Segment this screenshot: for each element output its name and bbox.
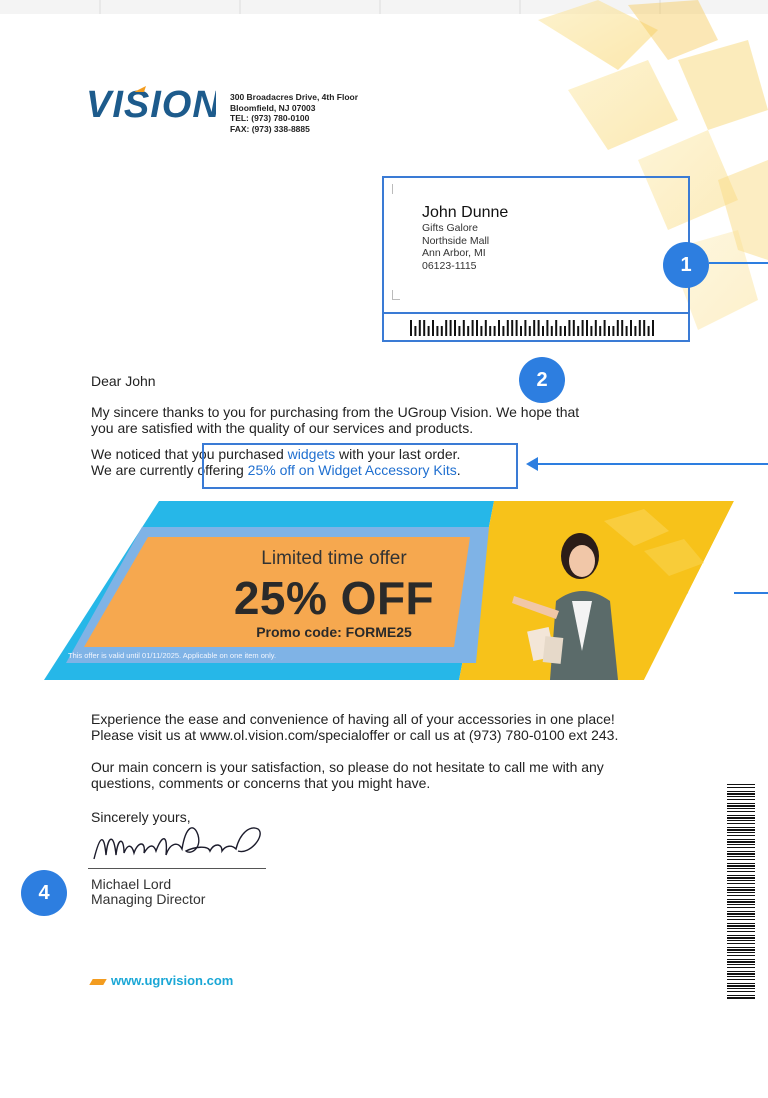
address-line: Bloomfield, NJ 07003 bbox=[230, 102, 316, 113]
recipient-address: John Dunne Gifts Galore Northside Mall A… bbox=[422, 204, 508, 272]
vision-logo: VISION bbox=[86, 84, 216, 124]
callout-arrow bbox=[709, 262, 768, 264]
crop-mark bbox=[392, 184, 398, 194]
callout-arrow bbox=[536, 463, 768, 465]
salutation: Dear John bbox=[91, 373, 156, 389]
personalized-text-highlight bbox=[202, 443, 518, 489]
brand-mark-icon bbox=[89, 978, 107, 985]
banner-discount: 25% OFF bbox=[233, 572, 435, 624]
recipient-line: Gifts Galore bbox=[422, 222, 479, 234]
callout-badge-2: 2 bbox=[519, 357, 565, 403]
handwritten-signature bbox=[93, 827, 261, 860]
signature-line bbox=[88, 868, 266, 869]
signer-title: Managing Director bbox=[91, 891, 206, 907]
callout-badge-1: 1 bbox=[663, 242, 709, 288]
recipient-line: 06123-1115 bbox=[422, 259, 477, 272]
address-line: TEL: (973) 780-0100 bbox=[230, 113, 310, 123]
letter-page: VISION 300 Broadacres Drive, 4th Floor B… bbox=[0, 0, 768, 1098]
paragraph-satisfaction: Our main concern is your satisfaction, s… bbox=[91, 759, 604, 791]
arrow-head-icon bbox=[526, 457, 538, 471]
signer-block: Michael Lord Managing Director bbox=[91, 877, 205, 907]
banner-promo-code: Promo code: FORME25 bbox=[256, 624, 412, 640]
paragraph-thanks: My sincere thanks to you for purchasing … bbox=[91, 404, 579, 436]
footer-website-link[interactable]: www.ugrvision.com bbox=[89, 973, 234, 988]
banner-validity: This offer is valid until 01/11/2025. Ap… bbox=[68, 651, 277, 660]
recipient-name: John Dunne bbox=[422, 204, 509, 221]
promo-banner-text: Limited time offer 25% OFF Promo code: F… bbox=[44, 501, 734, 680]
text-line: you are satisfied with the quality of ou… bbox=[91, 420, 474, 436]
box-divider bbox=[384, 312, 688, 314]
recipient-address-box: John Dunne Gifts Galore Northside Mall A… bbox=[382, 176, 690, 342]
postal-barcode bbox=[410, 320, 654, 336]
text-line: questions, comments or concerns that you… bbox=[91, 775, 431, 791]
address-line: 300 Broadacres Drive, 4th Floor bbox=[230, 92, 359, 102]
vertical-barcode bbox=[727, 784, 755, 999]
text-line: Experience the ease and convenience of h… bbox=[91, 711, 615, 727]
footer-website-text: www.ugrvision.com bbox=[111, 973, 234, 988]
paragraph-accessories: Experience the ease and convenience of h… bbox=[91, 711, 618, 743]
recipient-line: Northside Mall bbox=[422, 234, 490, 247]
signer-name: Michael Lord bbox=[91, 876, 172, 892]
text-line: My sincere thanks to you for purchasing … bbox=[91, 404, 580, 420]
banner-headline: Limited time offer bbox=[261, 548, 407, 569]
crop-mark bbox=[392, 290, 400, 300]
callout-badge-4: 4 bbox=[21, 870, 67, 916]
text-line: Our main concern is your satisfaction, s… bbox=[91, 759, 604, 775]
company-address: 300 Broadacres Drive, 4th Floor Bloomfie… bbox=[230, 92, 358, 134]
address-line: FAX: (973) 338-8885 bbox=[230, 123, 310, 134]
text-line: Please visit us at www.ol.vision.com/spe… bbox=[91, 727, 619, 743]
svg-text:VISION: VISION bbox=[86, 84, 216, 124]
recipient-line: Ann Arbor, MI bbox=[422, 247, 486, 259]
